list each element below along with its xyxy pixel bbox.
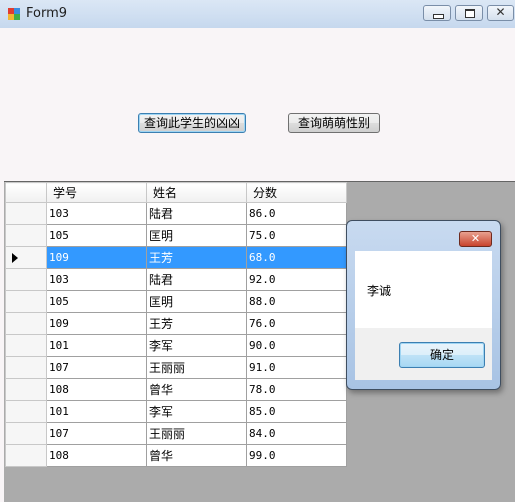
table-row[interactable]: 107 王丽丽 84.0 bbox=[5, 422, 347, 445]
table-row[interactable]: 107 王丽丽 91.0 bbox=[5, 356, 347, 379]
cell-name[interactable]: 陆君 bbox=[146, 268, 247, 291]
cell-name[interactable]: 曾华 bbox=[146, 444, 247, 467]
table-row[interactable]: 103 陆君 86.0 bbox=[5, 202, 347, 225]
maximize-button[interactable] bbox=[455, 5, 483, 21]
cell-name[interactable]: 匡明 bbox=[146, 290, 247, 313]
row-header[interactable] bbox=[5, 312, 47, 335]
app-icon bbox=[8, 8, 20, 20]
data-grid-table: 学号 姓名 分数 103 陆君 86.0 105 匡明 75.0 109 王芳 68.0 103 陆… bbox=[5, 182, 347, 467]
table-row[interactable]: 105 匡明 75.0 bbox=[5, 224, 347, 247]
column-header-id[interactable]: 学号 bbox=[46, 182, 147, 203]
column-header-name[interactable]: 姓名 bbox=[146, 182, 247, 203]
cell-id[interactable]: 107 bbox=[46, 422, 147, 445]
cell-score[interactable]: 75.0 bbox=[246, 224, 347, 247]
row-header[interactable] bbox=[5, 202, 47, 225]
cell-name[interactable]: 曾华 bbox=[146, 378, 247, 401]
cell-id[interactable]: 108 bbox=[46, 444, 147, 467]
cell-name[interactable]: 李军 bbox=[146, 334, 247, 357]
row-header[interactable] bbox=[5, 444, 47, 467]
cell-id[interactable]: 105 bbox=[46, 224, 147, 247]
dialog-message-text: 李诚 bbox=[367, 284, 392, 298]
table-row[interactable]: 108 曾华 99.0 bbox=[5, 444, 347, 467]
table-row[interactable]: 101 李军 85.0 bbox=[5, 400, 347, 423]
cell-score[interactable]: 76.0 bbox=[246, 312, 347, 335]
minimize-button[interactable] bbox=[423, 5, 451, 21]
cell-id[interactable]: 108 bbox=[46, 378, 147, 401]
table-row[interactable]: 109 王芳 68.0 bbox=[5, 246, 347, 269]
table-row[interactable]: 109 王芳 76.0 bbox=[5, 312, 347, 335]
cell-name[interactable]: 王丽丽 bbox=[146, 356, 247, 379]
cell-score[interactable]: 99.0 bbox=[246, 444, 347, 467]
cell-score[interactable]: 78.0 bbox=[246, 378, 347, 401]
table-row[interactable]: 103 陆君 92.0 bbox=[5, 268, 347, 291]
cell-id[interactable]: 103 bbox=[46, 202, 147, 225]
cell-score[interactable]: 84.0 bbox=[246, 422, 347, 445]
cell-id[interactable]: 103 bbox=[46, 268, 147, 291]
table-row[interactable]: 101 李军 90.0 bbox=[5, 334, 347, 357]
cell-name[interactable]: 匡明 bbox=[146, 224, 247, 247]
cell-name[interactable]: 李军 bbox=[146, 400, 247, 423]
message-box-dialog: ✕ 李诚 确定 bbox=[346, 220, 501, 390]
cell-id[interactable]: 109 bbox=[46, 312, 147, 335]
row-header[interactable] bbox=[5, 290, 47, 313]
close-icon: ✕ bbox=[495, 5, 506, 19]
cell-name[interactable]: 王芳 bbox=[146, 312, 247, 335]
table-row[interactable]: 108 曾华 78.0 bbox=[5, 378, 347, 401]
row-header[interactable] bbox=[5, 268, 47, 291]
cell-id[interactable]: 101 bbox=[46, 334, 147, 357]
row-header[interactable] bbox=[5, 422, 47, 445]
column-header-score[interactable]: 分数 bbox=[246, 182, 347, 203]
cell-id[interactable]: 107 bbox=[46, 356, 147, 379]
cell-score[interactable]: 92.0 bbox=[246, 268, 347, 291]
query-student-button[interactable]: 查询此学生的凶凶 bbox=[138, 113, 246, 133]
ok-button[interactable]: 确定 bbox=[399, 342, 485, 368]
dialog-message-area: 李诚 bbox=[355, 251, 492, 328]
cell-id[interactable]: 109 bbox=[46, 246, 147, 269]
window-title: Form9 bbox=[26, 6, 68, 21]
row-header[interactable] bbox=[5, 356, 47, 379]
cell-name[interactable]: 王丽丽 bbox=[146, 422, 247, 445]
close-button[interactable]: ✕ bbox=[487, 5, 514, 21]
current-row-arrow-icon bbox=[12, 253, 18, 263]
row-header[interactable] bbox=[5, 334, 47, 357]
cell-score[interactable]: 90.0 bbox=[246, 334, 347, 357]
cell-id[interactable]: 105 bbox=[46, 290, 147, 313]
table-row[interactable]: 105 匡明 88.0 bbox=[5, 290, 347, 313]
query-gender-button[interactable]: 查询萌萌性别 bbox=[288, 113, 380, 133]
dialog-close-button[interactable]: ✕ bbox=[459, 231, 492, 247]
cell-name[interactable]: 王芳 bbox=[146, 246, 247, 269]
cell-score[interactable]: 88.0 bbox=[246, 290, 347, 313]
cell-id[interactable]: 101 bbox=[46, 400, 147, 423]
cell-score[interactable]: 68.0 bbox=[246, 246, 347, 269]
grid-corner-header[interactable] bbox=[5, 182, 47, 203]
cell-score[interactable]: 91.0 bbox=[246, 356, 347, 379]
row-header[interactable] bbox=[5, 246, 47, 269]
cell-score[interactable]: 86.0 bbox=[246, 202, 347, 225]
row-header[interactable] bbox=[5, 224, 47, 247]
form9-window: Form9 ✕ 查询此学生的凶凶 查询萌萌性别 学号 姓名 分数 103 陆君 86… bbox=[0, 0, 515, 502]
close-icon: ✕ bbox=[470, 232, 481, 245]
row-header[interactable] bbox=[5, 378, 47, 401]
cell-score[interactable]: 85.0 bbox=[246, 400, 347, 423]
grid-header-row: 学号 姓名 分数 bbox=[5, 182, 347, 203]
row-header[interactable] bbox=[5, 400, 47, 423]
title-bar[interactable]: Form9 ✕ bbox=[0, 0, 515, 28]
cell-name[interactable]: 陆君 bbox=[146, 202, 247, 225]
